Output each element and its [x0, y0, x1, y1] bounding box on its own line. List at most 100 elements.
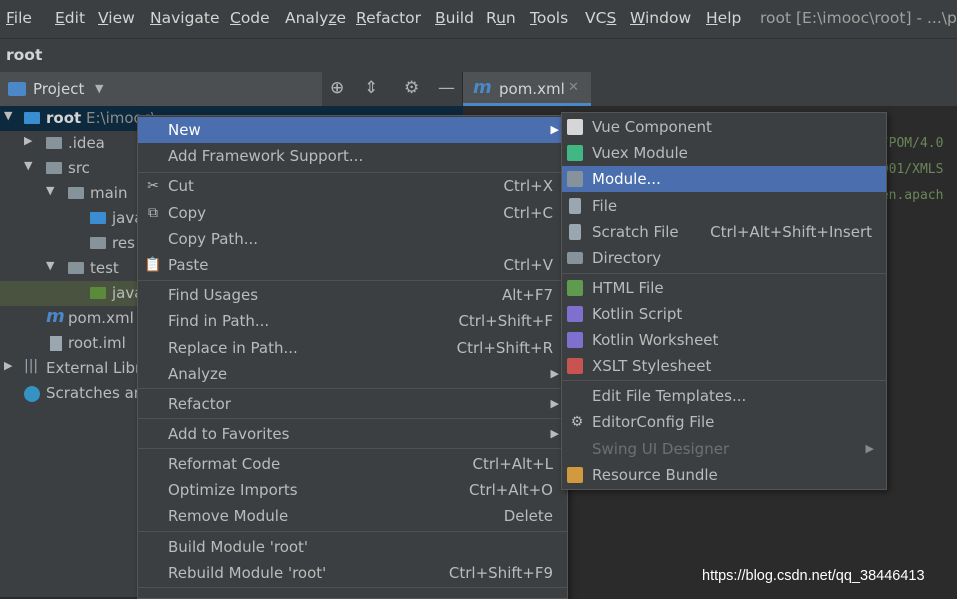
folder-icon: [46, 137, 62, 149]
menu-item-refactor[interactable]: Refactor ▶: [138, 391, 567, 417]
scratch-file-icon: [569, 224, 581, 240]
gear-icon[interactable]: ⚙: [404, 80, 419, 97]
collapse-arrow-icon[interactable]: ▶: [4, 359, 12, 372]
menu-item-add-to-favorites[interactable]: Add to Favorites ▶: [138, 421, 567, 447]
breadcrumb-root[interactable]: root: [6, 46, 42, 64]
menu-separator: [138, 388, 567, 389]
project-icon: [8, 82, 26, 96]
tree-label: .idea: [68, 134, 105, 152]
menu-analyze[interactable]: Analyze: [285, 9, 346, 27]
new-submenu: Vue Component Vuex Module Module... File…: [561, 112, 887, 490]
menu-item-reformat-code[interactable]: Reformat Code Ctrl+Alt+L: [138, 451, 567, 477]
window-title: root [E:\imooc\root] - ...\po: [760, 9, 957, 27]
menu-item-html-file[interactable]: HTML File: [562, 275, 886, 301]
menu-run[interactable]: Run: [486, 9, 516, 27]
menu-item-kotlin-script[interactable]: Kotlin Script: [562, 301, 886, 327]
menu-item-find-usages[interactable]: Find Usages Alt+F7: [138, 282, 567, 308]
hide-icon[interactable]: —: [438, 80, 455, 97]
project-tool-header: Project ▼ ⊕ ⊕ ⇕ ⚙ —: [0, 72, 462, 107]
menu-item-rebuild-module[interactable]: Rebuild Module 'root' Ctrl+Shift+F9: [138, 560, 567, 586]
menu-item-vuex-module[interactable]: Vuex Module: [562, 140, 886, 166]
menu-item-find-in-path[interactable]: Find in Path... Ctrl+Shift+F: [138, 308, 567, 334]
tree-label: root.iml: [68, 334, 126, 352]
source-folder-icon: [90, 212, 106, 224]
menu-bar: File Edit View Navigate Code Analyze Ref…: [0, 0, 957, 38]
submenu-arrow-icon: ▶: [550, 397, 559, 410]
menu-item-remove-module[interactable]: Remove Module Delete: [138, 503, 567, 529]
menu-item-editorconfig-file[interactable]: ⚙ EditorConfig File: [562, 409, 886, 435]
menu-vcs[interactable]: VCS: [585, 9, 616, 27]
menu-item-new[interactable]: New ▶: [138, 117, 567, 143]
scissors-icon: ✂: [147, 178, 159, 194]
menu-code[interactable]: Code: [230, 9, 270, 27]
copy-icon: ⧉: [148, 205, 158, 221]
tab-label: pom.xml: [499, 80, 565, 98]
menu-item-analyze[interactable]: Analyze ▶: [138, 361, 567, 387]
menu-tools[interactable]: Tools: [530, 9, 568, 27]
library-icon: |||: [24, 358, 39, 374]
menu-item-copy-path[interactable]: Copy Path...: [138, 226, 567, 252]
file-icon: [569, 198, 581, 214]
menu-item-replace-in-path[interactable]: Replace in Path... Ctrl+Shift+R: [138, 335, 567, 361]
tab-pom-xml[interactable]: m pom.xml ✕: [463, 72, 591, 106]
kotlin-worksheet-icon: [567, 332, 583, 348]
context-menu: New ▶ Add Framework Support... ✂ Cut Ctr…: [137, 115, 568, 599]
menu-file[interactable]: File: [6, 9, 32, 27]
menu-navigate[interactable]: Navigate: [150, 9, 220, 27]
submenu-arrow-icon: ▶: [550, 367, 559, 380]
menu-item-xslt-stylesheet[interactable]: XSLT Stylesheet: [562, 353, 886, 379]
menu-window[interactable]: Window: [630, 9, 691, 27]
expand-arrow-icon[interactable]: ▼: [46, 259, 54, 272]
collapse-all-icon[interactable]: ⇕: [364, 80, 378, 97]
menu-item-file[interactable]: File: [562, 193, 886, 219]
menu-item-directory[interactable]: Directory: [562, 245, 886, 271]
collapse-arrow-icon[interactable]: ▶: [24, 134, 32, 147]
module-folder-icon: [24, 112, 40, 124]
menu-edit[interactable]: Edit: [55, 9, 85, 27]
project-view-selector[interactable]: Project ▼ ⊕: [0, 72, 344, 106]
menu-item-copy[interactable]: ⧉ Copy Ctrl+C: [138, 200, 567, 226]
chevron-down-icon: ▼: [95, 82, 104, 95]
locate-icon[interactable]: ⊕: [330, 80, 344, 97]
tree-label: External Libr: [46, 359, 142, 377]
menu-item-kotlin-worksheet[interactable]: Kotlin Worksheet: [562, 327, 886, 353]
menu-item-optimize-imports[interactable]: Optimize Imports Ctrl+Alt+O: [138, 477, 567, 503]
tree-label: root: [46, 109, 82, 127]
test-folder-icon: [90, 287, 106, 299]
tree-label: pom.xml: [68, 309, 134, 327]
menu-item-resource-bundle[interactable]: Resource Bundle: [562, 462, 886, 488]
menu-item-add-framework-support[interactable]: Add Framework Support...: [138, 143, 567, 169]
expand-arrow-icon[interactable]: ▼: [46, 184, 54, 197]
menu-item-vue-component[interactable]: Vue Component: [562, 114, 886, 140]
menu-refactor[interactable]: Refactor: [356, 9, 421, 27]
menu-item-module[interactable]: Module...: [562, 166, 886, 192]
resources-folder-icon: [90, 237, 106, 249]
menu-item-scratch-file[interactable]: Scratch File Ctrl+Alt+Shift+Insert: [562, 219, 886, 245]
menu-separator: [138, 280, 567, 281]
editor-tab-bar: m pom.xml ✕: [463, 72, 957, 107]
watermark: https://blog.csdn.net/qq_38446413: [702, 568, 925, 584]
kotlin-script-icon: [567, 306, 583, 322]
expand-arrow-icon[interactable]: ▼: [24, 159, 32, 172]
menu-item-swing-ui-designer[interactable]: Swing UI Designer ▶: [562, 436, 886, 462]
folder-icon: [567, 252, 583, 264]
tree-label: Scratches an: [46, 384, 144, 402]
expand-arrow-icon[interactable]: ▼: [4, 109, 12, 122]
close-icon[interactable]: ✕: [568, 80, 579, 95]
vuex-module-icon: [567, 145, 583, 161]
menu-help[interactable]: Help: [706, 9, 741, 27]
menu-item-edit-file-templates[interactable]: Edit File Templates...: [562, 383, 886, 409]
menu-view[interactable]: View: [98, 9, 135, 27]
menu-item-cut[interactable]: ✂ Cut Ctrl+X: [138, 173, 567, 199]
maven-icon: m: [46, 306, 65, 327]
folder-icon: [68, 262, 84, 274]
menu-build[interactable]: Build: [435, 9, 474, 27]
folder-icon: [68, 187, 84, 199]
menu-separator: [138, 418, 567, 419]
folder-icon: [46, 162, 62, 174]
menu-separator: [562, 380, 886, 381]
menu-separator: [138, 531, 567, 532]
iml-file-icon: [50, 336, 62, 351]
menu-item-build-module[interactable]: Build Module 'root': [138, 534, 567, 560]
menu-item-paste[interactable]: 📋 Paste Ctrl+V: [138, 252, 567, 278]
